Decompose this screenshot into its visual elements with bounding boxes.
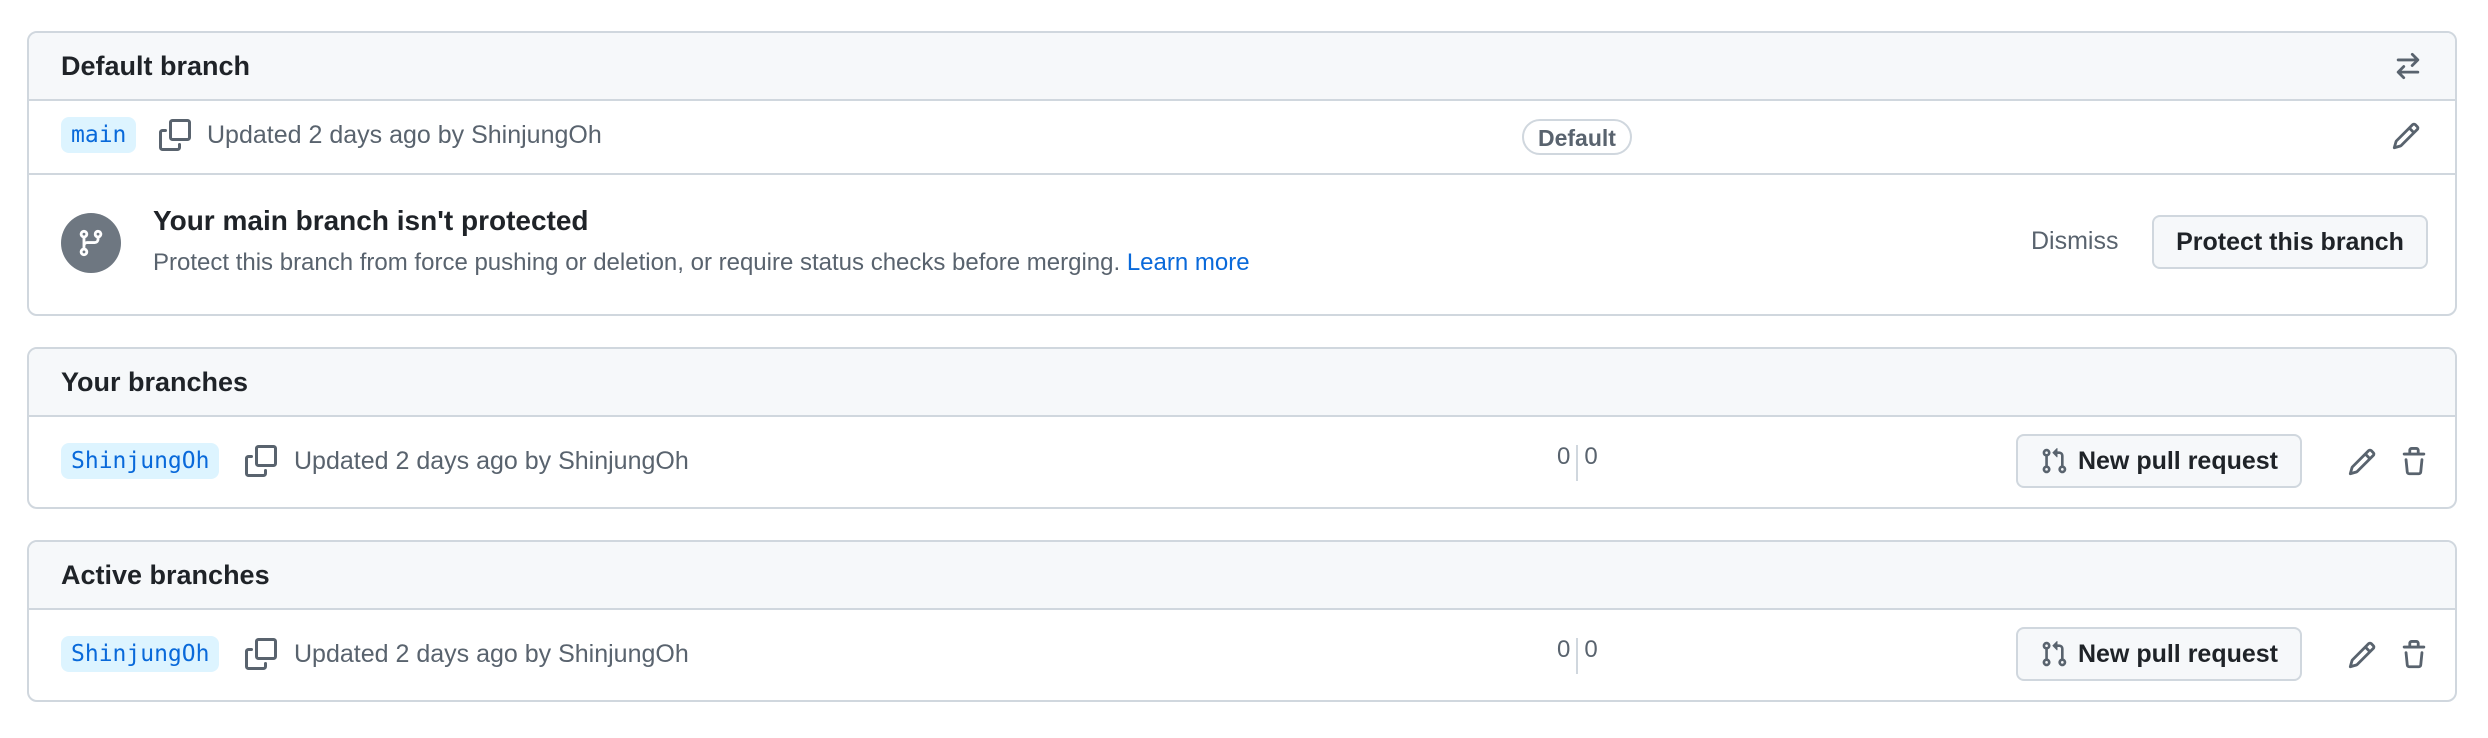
dismiss-button[interactable]: Dismiss <box>2031 227 2119 256</box>
ahead-behind-divider <box>1576 638 1579 674</box>
active-branches-header: Active branches <box>29 542 2455 610</box>
default-branch-header: Default branch <box>29 33 2455 101</box>
git-pull-request-icon <box>2042 641 2067 667</box>
branch-updated-text: Updated 2 days ago by ShinjungOh <box>294 640 689 668</box>
ahead-behind-divider <box>1576 445 1579 481</box>
your-branches-box: Your branches ShinjungOh Updated 2 days … <box>27 347 2457 509</box>
default-branch-title: Default branch <box>61 50 251 81</box>
branch-row: ShinjungOh Updated 2 days ago by Shinjun… <box>29 417 2455 507</box>
trash-icon[interactable] <box>2399 447 2429 477</box>
banner-title: Your main branch isn't protected <box>153 205 589 236</box>
branch-name-shinjungoh[interactable]: ShinjungOh <box>61 443 220 479</box>
behind-count: 0 <box>1557 636 1571 663</box>
git-branch-icon <box>61 213 121 273</box>
branches-page: Default branch main Updated 2 days ago b… <box>0 0 2488 738</box>
default-branch-box: Default branch main Updated 2 days ago b… <box>27 31 2457 316</box>
trash-icon[interactable] <box>2399 640 2429 670</box>
ahead-behind-count: 0 0 <box>1557 636 1598 674</box>
copy-icon[interactable] <box>159 119 191 151</box>
branch-row: ShinjungOh Updated 2 days ago by Shinjun… <box>29 610 2455 700</box>
default-badge: Default <box>1522 119 1632 155</box>
banner-description-text: Protect this branch from force pushing o… <box>153 249 1121 276</box>
ahead-count: 0 <box>1584 636 1598 663</box>
active-branches-title: Active branches <box>61 559 270 590</box>
new-pull-request-label: New pull request <box>2077 639 2279 668</box>
branch-name-main[interactable]: main <box>61 117 137 153</box>
your-branches-title: Your branches <box>61 366 249 397</box>
banner-description: Protect this branch from force pushing o… <box>153 249 1250 277</box>
pencil-icon[interactable] <box>2391 121 2421 151</box>
protect-branch-label: Protect this branch <box>2176 227 2404 256</box>
branch-name-shinjungoh[interactable]: ShinjungOh <box>61 636 220 672</box>
ahead-behind-count: 0 0 <box>1557 443 1598 481</box>
ahead-count: 0 <box>1584 443 1598 470</box>
new-pull-request-button[interactable]: New pull request <box>2016 627 2302 681</box>
copy-icon[interactable] <box>245 638 277 670</box>
active-branches-box: Active branches ShinjungOh Updated 2 day… <box>27 540 2457 702</box>
branch-updated-text: Updated 2 days ago by ShinjungOh <box>294 447 689 475</box>
pencil-icon[interactable] <box>2347 640 2377 670</box>
new-pull-request-label: New pull request <box>2077 446 2279 475</box>
protect-branch-button[interactable]: Protect this branch <box>2152 215 2428 269</box>
new-pull-request-button[interactable]: New pull request <box>2016 434 2302 488</box>
arrow-switch-icon[interactable] <box>2393 51 2423 81</box>
git-pull-request-icon <box>2042 448 2067 474</box>
default-branch-row: main Updated 2 days ago by ShinjungOh De… <box>29 101 2455 173</box>
unprotected-branch-banner: Your main branch isn't protected Protect… <box>29 173 2455 309</box>
pencil-icon[interactable] <box>2347 447 2377 477</box>
your-branches-header: Your branches <box>29 349 2455 417</box>
behind-count: 0 <box>1557 443 1571 470</box>
learn-more-link[interactable]: Learn more <box>1127 249 1250 276</box>
branch-updated-text: Updated 2 days ago by ShinjungOh <box>207 121 602 149</box>
copy-icon[interactable] <box>245 445 277 477</box>
